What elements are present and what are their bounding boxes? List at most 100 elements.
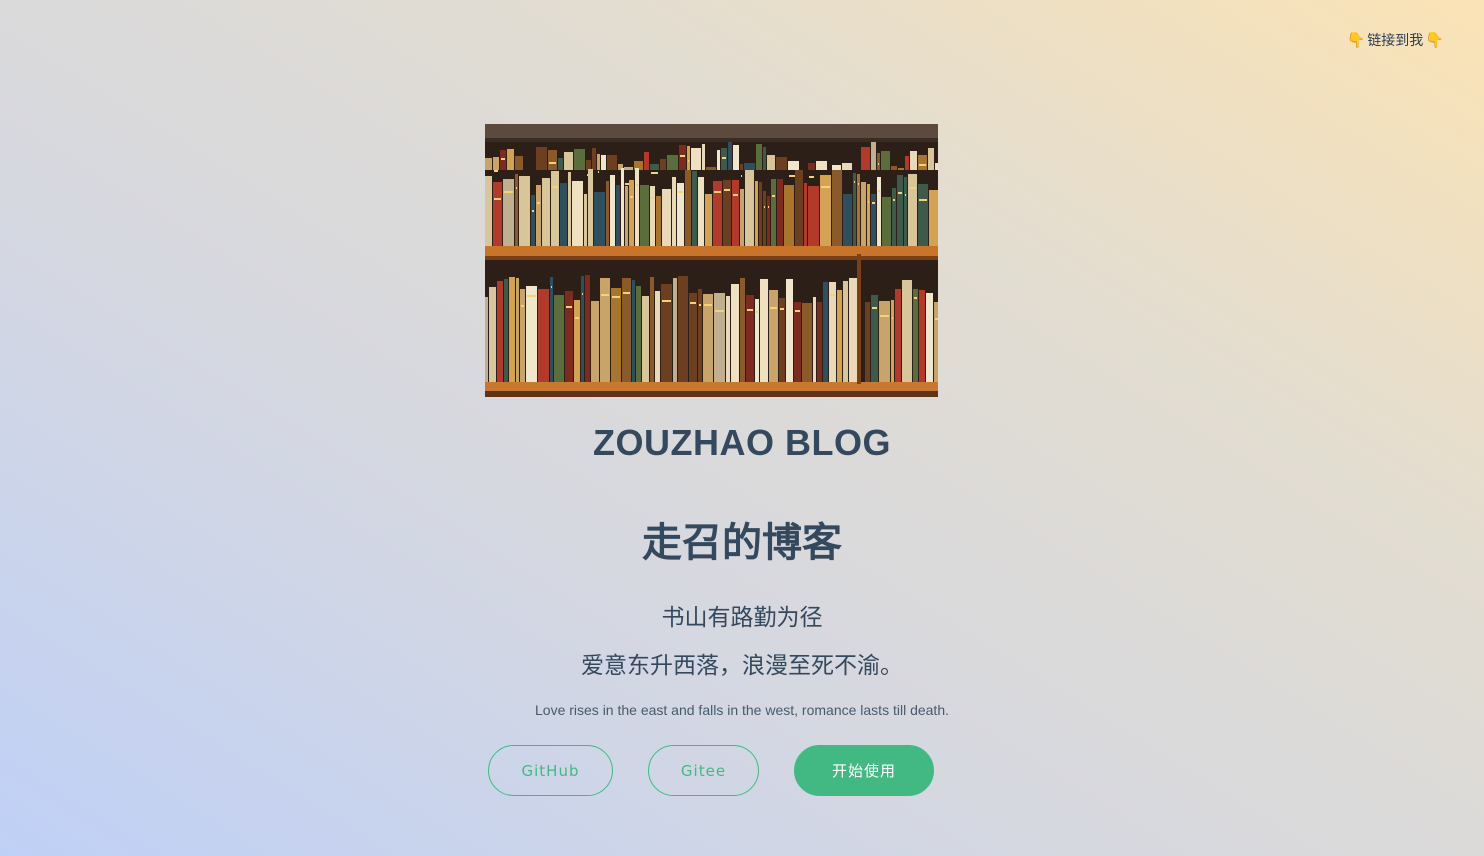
book-spine <box>572 181 583 246</box>
book-spine <box>650 277 654 382</box>
book-spine-band <box>532 210 534 212</box>
book-spine <box>640 185 649 246</box>
book-spine <box>516 278 519 382</box>
book-spine <box>611 288 621 382</box>
book-spine <box>519 176 530 246</box>
github-button[interactable]: GitHub <box>488 745 613 796</box>
book-spine <box>606 181 609 246</box>
blog-name: ZOUZHAO BLOG <box>593 422 891 463</box>
book-spine <box>891 300 894 382</box>
book-spine-band <box>704 304 712 306</box>
book-spine-band <box>569 187 570 189</box>
book-spine-band <box>582 293 583 295</box>
book-spine <box>585 275 590 382</box>
book-spine-band <box>699 304 701 306</box>
book-spine <box>808 186 819 246</box>
book-spine <box>713 181 722 246</box>
book-spine-band <box>494 170 498 172</box>
book-spine <box>689 293 697 382</box>
book-spine <box>650 164 659 170</box>
book-spine <box>926 293 933 382</box>
book-spine <box>692 171 697 246</box>
book-spine-band <box>898 192 902 194</box>
book-spine <box>820 175 831 246</box>
book-spine <box>832 170 842 246</box>
book-spine <box>503 179 514 246</box>
book-spine <box>485 297 488 382</box>
book-spine-band <box>501 158 505 160</box>
book-spine <box>636 286 641 382</box>
book-spine <box>759 182 762 246</box>
book-spine <box>586 160 591 170</box>
book-spine <box>551 171 559 246</box>
book-spine <box>616 185 620 246</box>
book-spine <box>600 278 610 382</box>
book-spine-band <box>552 186 558 188</box>
book-spine <box>610 175 615 246</box>
book-spine <box>679 145 686 170</box>
book-spine <box>655 291 660 382</box>
book-spine <box>493 157 499 170</box>
book-spine-band <box>756 311 758 313</box>
book-spine <box>489 287 496 382</box>
book-spine <box>908 174 917 246</box>
book-spine <box>776 157 787 170</box>
book-spine <box>728 142 732 170</box>
book-spine <box>531 195 535 246</box>
get-started-button[interactable]: 开始使用 <box>794 745 934 796</box>
book-spine-band <box>878 190 880 192</box>
book-spine <box>813 297 816 382</box>
book-spine-band <box>780 308 784 310</box>
book-spine <box>871 194 876 246</box>
book-spine <box>935 163 938 170</box>
book-spine <box>714 293 725 382</box>
book-spine <box>597 154 600 170</box>
book-spine-band <box>770 307 777 309</box>
book-spine <box>706 167 716 170</box>
book-spine-band <box>521 305 524 307</box>
book-spine-band <box>909 187 916 189</box>
book-spine <box>882 197 891 246</box>
book-spine-band <box>747 309 753 311</box>
book-spine <box>763 191 766 246</box>
book-spine <box>746 295 754 382</box>
book-spine <box>591 301 599 382</box>
book-spine <box>672 177 676 246</box>
book-spine <box>624 167 633 170</box>
book-spine <box>767 155 775 170</box>
book-spine <box>897 175 903 246</box>
book-spine-band <box>715 310 724 312</box>
book-spine <box>661 284 672 382</box>
book-spine-band <box>830 294 835 296</box>
book-spine <box>771 179 776 246</box>
book-spine <box>842 163 852 170</box>
book-spine <box>509 277 515 382</box>
book-spine-band <box>612 296 620 298</box>
book-spine <box>740 164 743 170</box>
book-spine <box>817 302 822 382</box>
book-spine <box>538 289 549 382</box>
book-spine <box>685 170 691 246</box>
book-spine-band <box>549 162 556 164</box>
link-to-me-label: 链接到我 <box>1367 33 1424 49</box>
bookshelf-illustration <box>485 124 938 397</box>
book-spine <box>678 276 688 382</box>
book-spine-band <box>935 318 938 320</box>
book-spine <box>795 170 803 246</box>
gitee-button[interactable]: Gitee <box>648 745 759 796</box>
book-spine <box>485 176 492 246</box>
book-spine <box>808 163 815 170</box>
book-spine <box>703 294 713 382</box>
book-spine-band <box>678 191 683 193</box>
book-spine <box>756 144 762 170</box>
link-to-me[interactable]: 👇 链接到我 👇 <box>1347 30 1444 50</box>
book-spine-band <box>662 300 671 302</box>
book-spine <box>493 182 502 246</box>
book-spine-band <box>537 202 540 204</box>
book-spine <box>892 188 896 246</box>
english-tagline: Love rises in the east and falls in the … <box>535 702 949 718</box>
book-spine <box>763 147 766 170</box>
book-spine <box>504 279 508 382</box>
book-spine <box>905 156 909 170</box>
book-spine <box>843 194 852 246</box>
